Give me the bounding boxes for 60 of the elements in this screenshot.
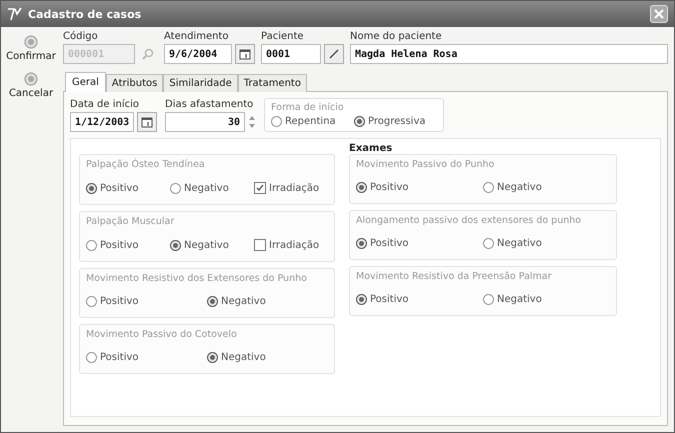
radio-option[interactable]: Positivo xyxy=(356,182,483,193)
window-title: Cadastro de casos xyxy=(28,8,142,20)
radio-option[interactable]: Positivo xyxy=(86,296,207,307)
radio-option[interactable]: Progressiva xyxy=(354,116,437,127)
group-title: Movimento Passivo do Punho xyxy=(356,159,496,170)
spinner-icon xyxy=(248,114,256,130)
group-title: Alongamento passivo dos extensores do punho xyxy=(356,215,582,226)
group-title: Movimento Resistivo da Preensão Palmar xyxy=(356,271,553,282)
calendar-icon xyxy=(141,116,153,128)
input-field[interactable]: 9/6/2004 xyxy=(164,44,232,64)
radio-option[interactable]: Negativo xyxy=(207,352,328,363)
field-label: Código xyxy=(63,31,99,42)
group-title: Palpação Muscular xyxy=(86,216,176,227)
close-button[interactable] xyxy=(650,5,668,23)
checkbox-icon xyxy=(254,239,266,251)
radio-option[interactable]: Positivo xyxy=(86,182,170,194)
radio-option[interactable]: Negativo xyxy=(483,182,610,193)
confirm-icon xyxy=(24,35,38,49)
radio-option[interactable]: Negativo xyxy=(207,296,328,307)
cancel-icon xyxy=(24,72,38,86)
field-label: Dias afastamento xyxy=(165,99,254,110)
radio-option[interactable]: Positivo xyxy=(86,352,207,363)
field-label: Paciente xyxy=(261,31,305,42)
field-label: Data de início xyxy=(70,99,140,110)
tab[interactable]: Geral xyxy=(65,72,106,92)
calendar-button[interactable] xyxy=(235,44,255,64)
calendar-button[interactable] xyxy=(137,112,157,132)
section-title: Exames xyxy=(349,143,394,154)
group-title: Palpação Ósteo Tendínea xyxy=(86,159,206,170)
lookup-button[interactable] xyxy=(324,44,344,64)
radio-option[interactable]: Repentina xyxy=(271,116,354,127)
radio-option[interactable]: Negativo xyxy=(483,238,610,249)
radio-option[interactable]: Positivo xyxy=(356,294,483,305)
tab[interactable]: Similaridade xyxy=(163,74,238,92)
checkbox-option[interactable]: Irradiação xyxy=(254,182,320,194)
number-field[interactable]: 30 xyxy=(165,112,245,132)
pencil-icon xyxy=(328,48,340,60)
field-label: Atendimento xyxy=(164,31,230,42)
input-field[interactable]: 0001 xyxy=(261,44,321,64)
checkbox-icon xyxy=(254,182,266,194)
toolbar-button[interactable]: Confirmar xyxy=(4,33,58,64)
date-field[interactable]: 1/12/2003 xyxy=(70,112,134,132)
toolbar-button[interactable]: Cancelar xyxy=(6,70,56,101)
tab[interactable]: Atributos xyxy=(106,74,164,92)
group-title: Movimento Resistivo dos Extensores do Punho xyxy=(86,273,308,284)
app-logo-icon xyxy=(7,7,23,21)
group-title: Movimento Passivo do Cotovelo xyxy=(86,329,238,340)
tab[interactable]: Tratamento xyxy=(238,74,307,92)
search-icon xyxy=(142,48,154,60)
radio-option[interactable]: Negativo xyxy=(483,294,610,305)
group-title: Forma de início xyxy=(271,102,345,113)
field-label: Nome do paciente xyxy=(350,31,443,42)
input-field[interactable]: Magda Helena Rosa xyxy=(350,44,668,64)
radio-option[interactable]: Negativo xyxy=(170,240,254,250)
radio-option[interactable]: Negativo xyxy=(170,182,254,194)
calendar-icon xyxy=(239,48,251,60)
close-icon xyxy=(654,9,664,19)
checkbox-option[interactable]: Irradiação xyxy=(254,239,320,251)
radio-option[interactable]: Positivo xyxy=(86,240,170,250)
radio-option[interactable]: Positivo xyxy=(356,238,483,249)
